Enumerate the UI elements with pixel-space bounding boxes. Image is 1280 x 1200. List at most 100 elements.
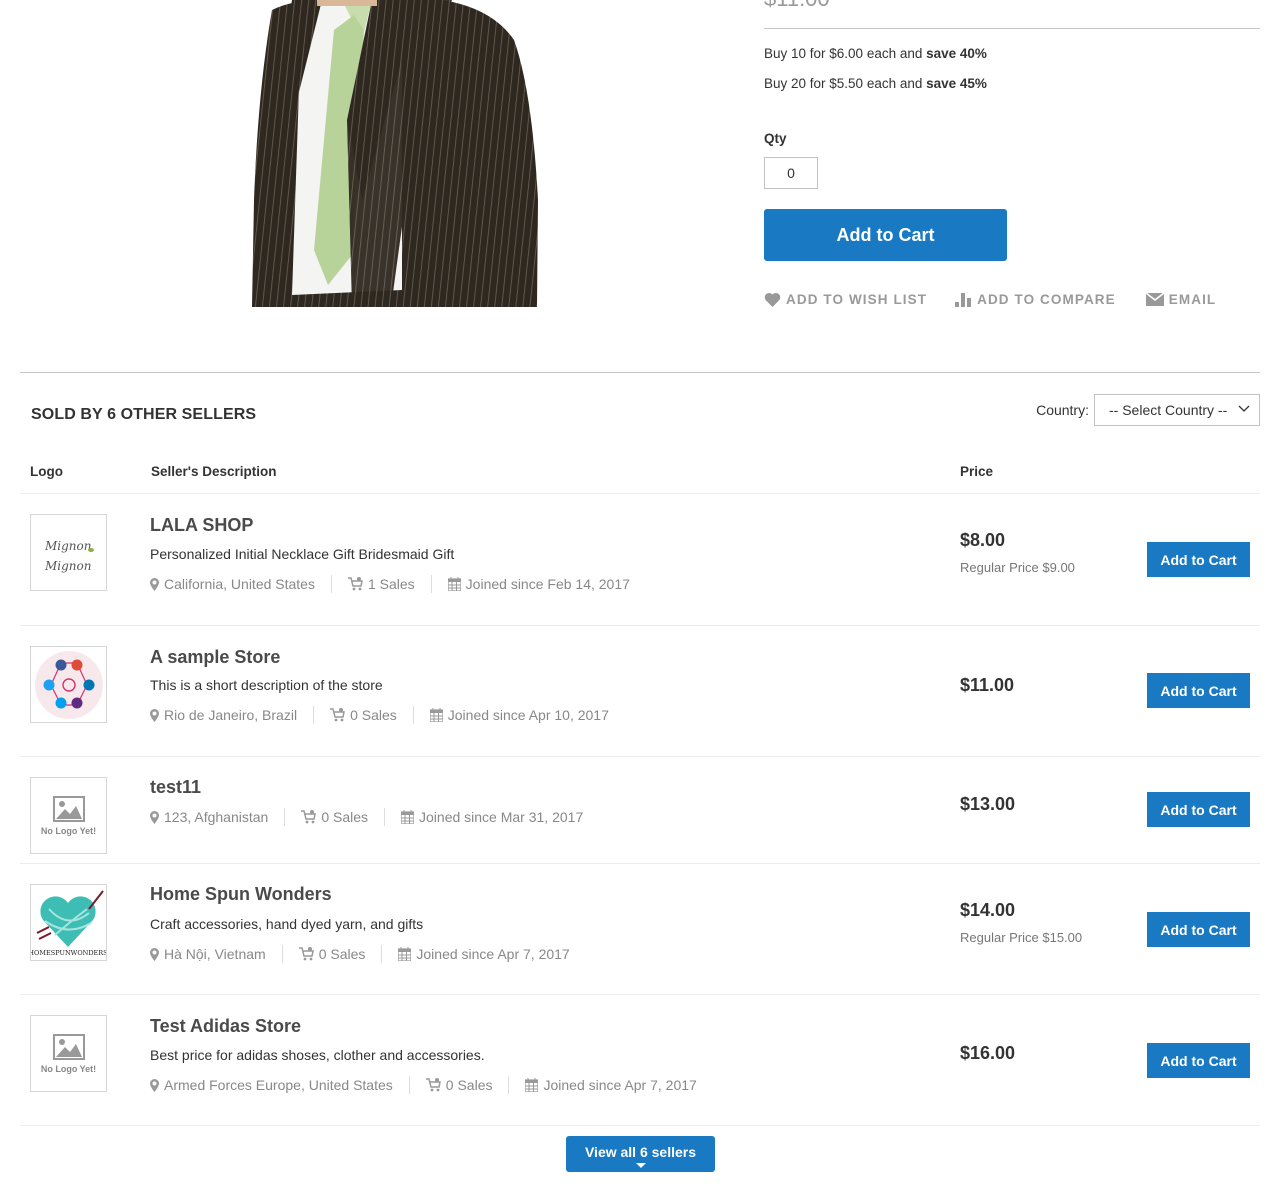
seller-price: $8.00 (960, 530, 1006, 550)
tier-price-save: save 40% (926, 46, 987, 61)
cart-icon (301, 810, 317, 824)
seller-location: Hà Nội, Vietnam (150, 946, 266, 962)
add-to-wish-list-link[interactable]: Add to Wish List (764, 292, 927, 307)
tier-price-text: Buy 10 for $6.00 each and (764, 46, 927, 61)
seller-meta: 123, Afghanistan 0 Sales Joined since Ma… (150, 808, 583, 826)
meta-divider (384, 808, 386, 826)
map-pin-icon (150, 708, 159, 722)
no-logo-placeholder: No Logo Yet! (41, 1033, 96, 1074)
seller-add-to-cart-button[interactable]: Add to Cart (1147, 542, 1250, 577)
seller-joined-text: Joined since Feb 14, 2017 (465, 576, 630, 592)
meta-divider (313, 706, 315, 724)
seller-location: California, United States (150, 576, 315, 592)
view-all-sellers-label: View all 6 sellers (584, 1144, 697, 1160)
compare-label: Add to Compare (977, 292, 1116, 307)
seller-logo[interactable]: HOMESPUNWONDERS (30, 884, 107, 961)
column-header-logo: Logo (30, 464, 63, 479)
product-price: $11.00 (764, 0, 830, 10)
country-filter: Country: -- Select Country -- (1036, 394, 1260, 426)
seller-joined: Joined since Apr 7, 2017 (398, 946, 570, 962)
seller-sales: 0 Sales (298, 946, 365, 962)
tier-price-save: save 45% (926, 76, 987, 91)
seller-regular-price: Regular Price $9.00 (960, 560, 1075, 575)
tier-price-text: Buy 20 for $5.50 each and (764, 76, 927, 91)
heart-icon (764, 292, 781, 307)
homespun-logo-image: HOMESPUNWONDERS (31, 890, 106, 957)
calendar-icon (398, 947, 412, 961)
seller-row: Mignon Mignon LALA SHOP Personalized Ini… (20, 494, 1260, 626)
meta-divider (381, 945, 383, 963)
seller-price: $11.00 (960, 675, 1015, 695)
sellers-table-header: Logo Seller's Description Price (20, 463, 1260, 494)
svg-text:Mignon: Mignon (44, 539, 92, 553)
add-to-compare-link[interactable]: Add to Compare (955, 292, 1116, 307)
seller-logo[interactable]: Mignon Mignon (30, 514, 107, 591)
no-logo-placeholder: No Logo Yet! (40, 795, 97, 836)
qty-label: Qty (764, 131, 787, 146)
envelope-icon (1145, 293, 1164, 306)
seller-sales-text: 1 Sales (367, 576, 415, 592)
meta-divider (412, 706, 414, 724)
meta-divider (430, 575, 432, 593)
meta-divider (508, 1076, 510, 1094)
seller-joined: Joined since Apr 7, 2017 (525, 1077, 697, 1093)
social-hub-logo-image (34, 650, 103, 719)
seller-name[interactable]: LALA SHOP (150, 515, 253, 536)
meta-divider (281, 945, 283, 963)
price-divider (764, 28, 1260, 29)
svg-text:HOMESPUNWONDERS: HOMESPUNWONDERS (31, 949, 106, 957)
map-pin-icon (150, 947, 159, 961)
seller-sales: 0 Sales (425, 1077, 493, 1093)
country-label: Country: (1036, 402, 1089, 418)
qty-input[interactable] (764, 157, 818, 189)
seller-name[interactable]: test11 (150, 777, 201, 798)
seller-joined: Joined since Mar 31, 2017 (401, 809, 583, 825)
add-to-cart-button[interactable]: Add to Cart (764, 209, 1007, 261)
seller-add-to-cart-button[interactable]: Add to Cart (1147, 1043, 1250, 1078)
seller-row: No Logo Yet! Test Adidas Store Best pric… (20, 995, 1260, 1126)
seller-meta: Armed Forces Europe, United States 0 Sal… (150, 1076, 697, 1094)
caret-down-icon (636, 1163, 646, 1168)
seller-name[interactable]: Home Spun Wonders (150, 884, 332, 905)
country-select-value: -- Select Country -- (1109, 402, 1228, 418)
product-actions: Add to Wish List Add to Compare Email (764, 292, 1216, 307)
chevron-down-icon (1238, 405, 1250, 412)
calendar-icon (525, 1078, 539, 1092)
seller-joined-text: Joined since Apr 7, 2017 (416, 946, 570, 962)
seller-row: A sample Store This is a short descripti… (20, 626, 1260, 757)
column-header-price: Price (960, 464, 994, 479)
seller-location: Armed Forces Europe, United States (150, 1077, 393, 1093)
seller-meta: California, United States 1 Sales Joined… (150, 575, 630, 593)
email-link[interactable]: Email (1145, 292, 1217, 307)
country-select[interactable]: -- Select Country -- (1094, 394, 1260, 426)
seller-location: Rio de Janeiro, Brazil (150, 707, 297, 723)
seller-add-to-cart-button[interactable]: Add to Cart (1147, 912, 1250, 947)
mignon-logo-image: Mignon Mignon (44, 539, 94, 573)
seller-sales-text: 0 Sales (445, 1077, 493, 1093)
seller-meta: Rio de Janeiro, Brazil 0 Sales Joined si… (150, 706, 609, 724)
seller-name[interactable]: Test Adidas Store (150, 1016, 301, 1037)
seller-sales-text: 0 Sales (350, 707, 397, 723)
seller-logo[interactable]: No Logo Yet! (30, 1015, 107, 1092)
seller-joined: Joined since Apr 10, 2017 (429, 707, 609, 723)
seller-location-text: 123, Afghanistan (164, 809, 269, 825)
seller-add-to-cart-button[interactable]: Add to Cart (1147, 673, 1250, 708)
view-all-sellers-button[interactable]: View all 6 sellers (566, 1136, 715, 1172)
seller-joined-text: Joined since Apr 7, 2017 (543, 1077, 697, 1093)
seller-description: This is a short description of the store (150, 677, 383, 693)
cart-icon (425, 1078, 441, 1092)
seller-sales: 0 Sales (330, 707, 397, 723)
no-logo-text: No Logo Yet! (40, 825, 97, 836)
seller-logo[interactable] (30, 646, 107, 723)
seller-joined: Joined since Feb 14, 2017 (447, 576, 630, 592)
seller-name[interactable]: A sample Store (150, 647, 280, 668)
seller-sales: 0 Sales (301, 809, 368, 825)
seller-location-text: Armed Forces Europe, United States (164, 1077, 393, 1093)
seller-logo[interactable]: No Logo Yet! (30, 777, 107, 854)
seller-price: $16.00 (960, 1043, 1016, 1063)
seller-description: Best price for adidas shoses, clother an… (150, 1047, 485, 1063)
column-header-description: Seller's Description (151, 464, 277, 479)
seller-add-to-cart-button[interactable]: Add to Cart (1147, 792, 1250, 827)
seller-regular-price: Regular Price $15.00 (960, 930, 1083, 945)
seller-location: 123, Afghanistan (150, 809, 268, 825)
